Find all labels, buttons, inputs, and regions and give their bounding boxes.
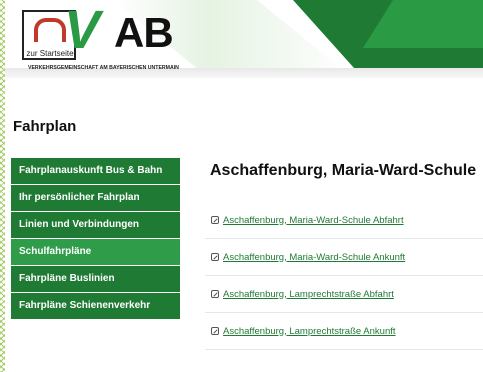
link-list: Aschaffenburg, Maria-Ward-Schule Abfahrt… (205, 202, 483, 350)
sidebar-item-schulfahrplaene[interactable]: Schulfahrpläne (11, 239, 180, 266)
sidebar-item-buslinien[interactable]: Fahrpläne Buslinien (11, 266, 180, 293)
link-abfahrt-lamprecht[interactable]: Aschaffenburg, Lamprechtstraße Abfahrt (223, 289, 394, 300)
external-link-icon (211, 327, 219, 335)
sidebar-item-linien[interactable]: Linien und Verbindungen (11, 212, 180, 239)
external-link-icon (211, 290, 219, 298)
external-link-icon (211, 216, 219, 224)
link-ankunft-lamprecht[interactable]: Aschaffenburg, Lamprechtstraße Ankunft (223, 326, 396, 337)
link-abfahrt-maria-ward[interactable]: Aschaffenburg, Maria-Ward-Schule Abfahrt (223, 215, 404, 226)
sidebar-item-fahrplanauskunft[interactable]: Fahrplanauskunft Bus & Bahn (11, 158, 180, 185)
page-title: Fahrplan (13, 118, 77, 135)
list-item: Aschaffenburg, Lamprechtstraße Ankunft (205, 313, 483, 350)
list-item: Aschaffenburg, Maria-Ward-Schule Ankunft (205, 239, 483, 276)
logo-arch-icon (34, 18, 66, 42)
stop-title: Aschaffenburg, Maria-Ward-Schule (210, 162, 477, 179)
page: zur Startseite V AB VERKEHRSGEMEINSCHAFT… (5, 0, 483, 372)
sidebar-item-schienenverkehr[interactable]: Fahrpläne Schienenverkehr (11, 293, 180, 320)
site-header: zur Startseite V AB VERKEHRSGEMEINSCHAFT… (5, 0, 483, 78)
sidebar-nav: Fahrplanauskunft Bus & Bahn Ihr persönli… (11, 158, 180, 320)
link-ankunft-maria-ward[interactable]: Aschaffenburg, Maria-Ward-Schule Ankunft (223, 252, 405, 263)
logo-subtitle: VERKEHRSGEMEINSCHAFT AM BAYERISCHEN UNTE… (28, 65, 179, 71)
list-item: Aschaffenburg, Maria-Ward-Schule Abfahrt (205, 202, 483, 239)
site-logo[interactable]: zur Startseite V AB VERKEHRSGEMEINSCHAFT… (22, 0, 182, 71)
sidebar-item-persoenlicher-fahrplan[interactable]: Ihr persönlicher Fahrplan (11, 185, 180, 212)
logo-letters-ab: AB (114, 9, 174, 56)
main-content: Aschaffenburg, Maria-Ward-Schule Aschaff… (205, 156, 483, 350)
list-item: Aschaffenburg, Lamprechtstraße Abfahrt (205, 276, 483, 313)
external-link-icon (211, 253, 219, 261)
